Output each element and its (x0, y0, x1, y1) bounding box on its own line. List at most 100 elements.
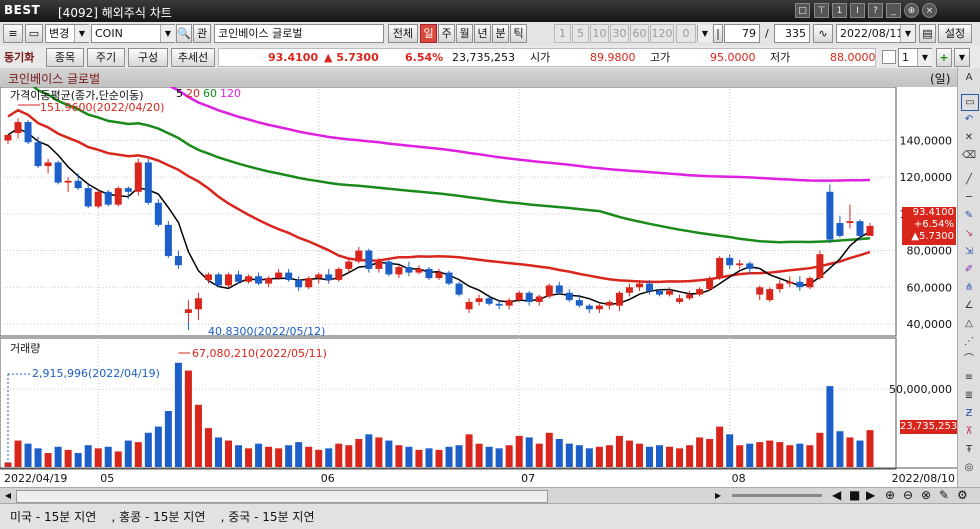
candle-body (355, 250, 363, 262)
collapse-icon[interactable]: ▼ (954, 48, 970, 67)
period-week-button[interactable]: 주 (438, 24, 455, 43)
line-icon[interactable]: ╱ (961, 172, 977, 187)
select-icon[interactable]: ▭ (961, 94, 979, 111)
arc-icon[interactable]: ⌒ (961, 352, 977, 367)
candle-body (505, 300, 513, 306)
volume-bar (766, 440, 774, 467)
candle-body (134, 162, 142, 192)
price-tick-label: 80,0000 (907, 245, 953, 258)
channel-icon[interactable]: ⇲ (961, 244, 977, 259)
candle-body (776, 283, 784, 290)
window-layout1-button[interactable]: 1 (832, 3, 847, 18)
candle-body (856, 221, 864, 236)
zoom-out-icon[interactable]: ⊖ (903, 488, 913, 502)
undo-icon[interactable]: ↶ (961, 112, 977, 127)
letter-a-icon[interactable]: A (961, 70, 977, 85)
window-help-button[interactable]: ? (868, 3, 883, 18)
window-layout2-button[interactable]: Ⅰ (850, 3, 865, 18)
hline-icon[interactable]: ─ (961, 190, 977, 205)
settings-button[interactable]: 설정 (938, 24, 972, 43)
zoom-slider[interactable] (732, 494, 822, 497)
window-move-button[interactable]: ⊕ (904, 3, 919, 18)
stop-icon[interactable]: ■ (849, 488, 860, 502)
count-5-button[interactable]: 5 (572, 24, 589, 43)
candle-body (305, 278, 313, 288)
config-icon[interactable]: ⚙ (957, 488, 968, 502)
period-tick-button[interactable]: 틱 (510, 24, 527, 43)
eraser-icon[interactable]: ⌫ (961, 148, 977, 163)
zoom-z-icon[interactable]: Ƶ (961, 406, 977, 421)
option-checkbox[interactable] (882, 50, 896, 64)
menu-icon[interactable]: ≡ (3, 24, 23, 43)
fork-icon[interactable]: ⋔ (961, 280, 977, 295)
window-close-button[interactable]: × (922, 3, 937, 18)
volume-bar (585, 448, 593, 467)
window-pin-button[interactable]: ⊤ (814, 3, 829, 18)
zoom-reset-icon[interactable]: ⊗ (921, 488, 931, 502)
period-year-button[interactable]: 년 (474, 24, 491, 43)
cycle-icon[interactable]: ◎ (961, 460, 977, 475)
play-back-icon[interactable]: ◀ (832, 488, 841, 502)
bar-slider-icon[interactable]: | (713, 24, 723, 43)
volume-bar (54, 446, 62, 467)
chart-area[interactable]: 40,000060,000080,0000100,0000120,0000140… (0, 69, 957, 487)
count-120-button[interactable]: 120 (650, 24, 674, 43)
bar-count-input[interactable]: 79 (724, 24, 760, 43)
count-1-button[interactable]: 1 (554, 24, 571, 43)
brush-icon[interactable]: ✐ (961, 262, 977, 277)
volume-bar (706, 439, 714, 467)
trendline-button[interactable]: 추세선 (171, 48, 215, 67)
window-minimize-button[interactable]: _ (886, 3, 901, 18)
date-dropdown-icon[interactable]: ▼ (900, 25, 915, 42)
delete-all-icon[interactable]: ✕ (961, 130, 977, 145)
kwan-button[interactable]: 관 (193, 24, 211, 43)
grid-icon[interactable]: ≣ (961, 388, 977, 403)
chart-scrollbar[interactable]: ◀ ▶ ◀ ■ ▶ ⊕ ⊖ ⊗ ✎ ⚙ (0, 487, 980, 504)
wrench-icon[interactable]: ✎ (939, 488, 949, 502)
period-minute-button[interactable]: 분 (492, 24, 509, 43)
symbol-dropdown-icon[interactable]: ▼ (160, 25, 175, 42)
price-box-value: 93.4100 (912, 207, 954, 218)
save-icon[interactable]: ▤ (919, 24, 936, 43)
count-30-button[interactable]: 30 (610, 24, 629, 43)
cycle-button[interactable]: 주기 (87, 48, 125, 67)
bar-count-value: 79 (742, 27, 756, 40)
marker-icon[interactable]: ⊼ (961, 424, 977, 439)
all-button[interactable]: 전체 (388, 24, 418, 43)
max-price-annotation: 151.9600(2022/04/20) (40, 101, 165, 114)
compose-button[interactable]: 구성 (128, 48, 168, 67)
pen-icon[interactable]: ✎ (961, 208, 977, 223)
volume-bar (806, 445, 814, 467)
ray-icon[interactable]: ↘ (961, 226, 977, 241)
window-restore-button[interactable]: □ (795, 3, 810, 18)
screen-icon[interactable]: ▭ (25, 24, 43, 43)
scroll-right-icon[interactable]: ▶ (715, 490, 727, 502)
scroll-left-icon[interactable]: ◀ (2, 490, 14, 502)
chart-type-icon[interactable]: ∿ (813, 24, 833, 43)
count-select-dropdown-icon[interactable]: ▼ (917, 49, 932, 66)
search-icon[interactable]: 🔍 (176, 24, 192, 43)
candle-body (575, 300, 583, 306)
add-icon[interactable]: + (936, 48, 952, 67)
sync-label[interactable]: 동기화 (4, 48, 34, 67)
count-0-button[interactable]: 0 (676, 24, 696, 43)
item-button[interactable]: 종목 (46, 48, 84, 67)
fan-icon[interactable]: ⋰ (961, 334, 977, 349)
candle-body (796, 281, 804, 288)
chart-svg[interactable]: 40,000060,000080,0000100,0000120,0000140… (0, 69, 957, 487)
count-10-button[interactable]: 10 (590, 24, 609, 43)
angle-icon[interactable]: ∠ (961, 298, 977, 313)
period-month-button[interactable]: 월 (456, 24, 473, 43)
text-icon[interactable]: Ŧ (961, 442, 977, 457)
zoom-in-icon[interactable]: ⊕ (885, 488, 895, 502)
count-dropdown-icon[interactable]: ▼ (697, 25, 712, 42)
triangle-icon[interactable]: △ (961, 316, 977, 331)
candle-body (736, 263, 744, 266)
period-day-button[interactable]: 일 (420, 24, 437, 43)
fibonacci-icon[interactable]: ≡ (961, 370, 977, 385)
chevron-down-icon[interactable]: ▼ (74, 25, 89, 42)
play-icon[interactable]: ▶ (866, 488, 875, 502)
price-box-pct: +6.54% (913, 219, 954, 230)
count-60-button[interactable]: 60 (630, 24, 649, 43)
scroll-thumb[interactable] (16, 490, 548, 503)
